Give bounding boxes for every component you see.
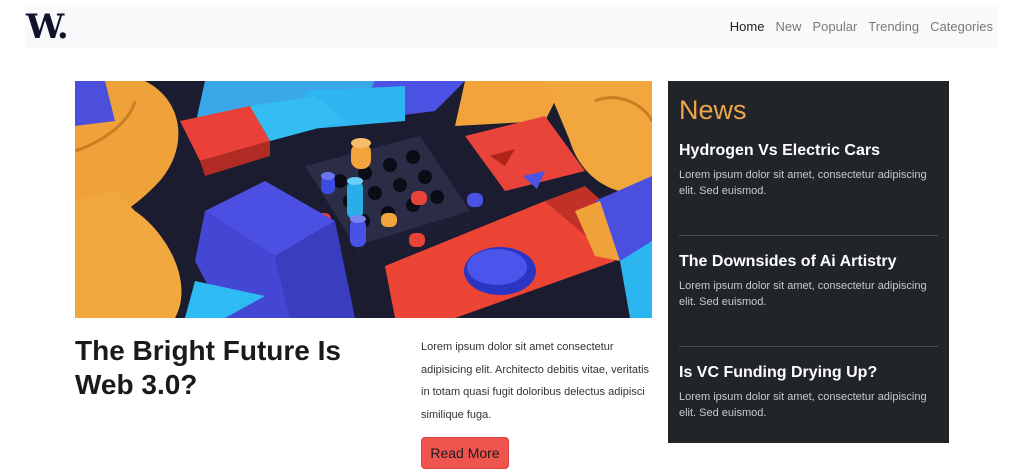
nav-link-categories[interactable]: Categories	[930, 19, 993, 34]
sidebar-title: News	[679, 95, 747, 125]
news-item-title[interactable]: The Downsides of Ai Artistry	[679, 252, 938, 272]
news-item-text: Lorem ipsum dolor sit amet, consectetur …	[679, 169, 927, 197]
news-item-title[interactable]: Is VC Funding Drying Up?	[679, 363, 938, 383]
logo[interactable]: W.	[25, 10, 69, 44]
news-item[interactable]: Is VC Funding Drying Up? Lorem ipsum dol…	[679, 363, 938, 443]
news-sidebar: News Hydrogen Vs Electric Cars Lorem ips…	[668, 81, 949, 443]
news-item-title[interactable]: Hydrogen Vs Electric Cars	[679, 141, 938, 161]
news-item-text: Lorem ipsum dolor sit amet, consectetur …	[679, 280, 927, 308]
news-item[interactable]: The Downsides of Ai Artistry Lorem ipsum…	[679, 252, 938, 332]
nav-links: Home New Popular Trending Categories	[730, 19, 998, 34]
article-excerpt: Lorem ipsum dolor sit amet consectetur a…	[421, 341, 650, 421]
hero-image	[75, 81, 652, 318]
read-more-button[interactable]: Read More	[421, 437, 509, 469]
news-item-text: Lorem ipsum dolor sit amet, consectetur …	[679, 391, 927, 419]
nav-link-trending[interactable]: Trending	[868, 19, 919, 34]
news-item[interactable]: Hydrogen Vs Electric Cars Lorem ipsum do…	[679, 141, 938, 221]
nav-link-new[interactable]: New	[775, 19, 801, 34]
nav-link-popular[interactable]: Popular	[812, 19, 857, 34]
divider	[679, 235, 938, 236]
navbar: W. Home New Popular Trending Categories	[25, 5, 998, 48]
headline: The Bright Future Is Web 3.0?	[75, 335, 341, 400]
divider	[679, 346, 938, 347]
nav-link-home[interactable]: Home	[730, 19, 765, 34]
